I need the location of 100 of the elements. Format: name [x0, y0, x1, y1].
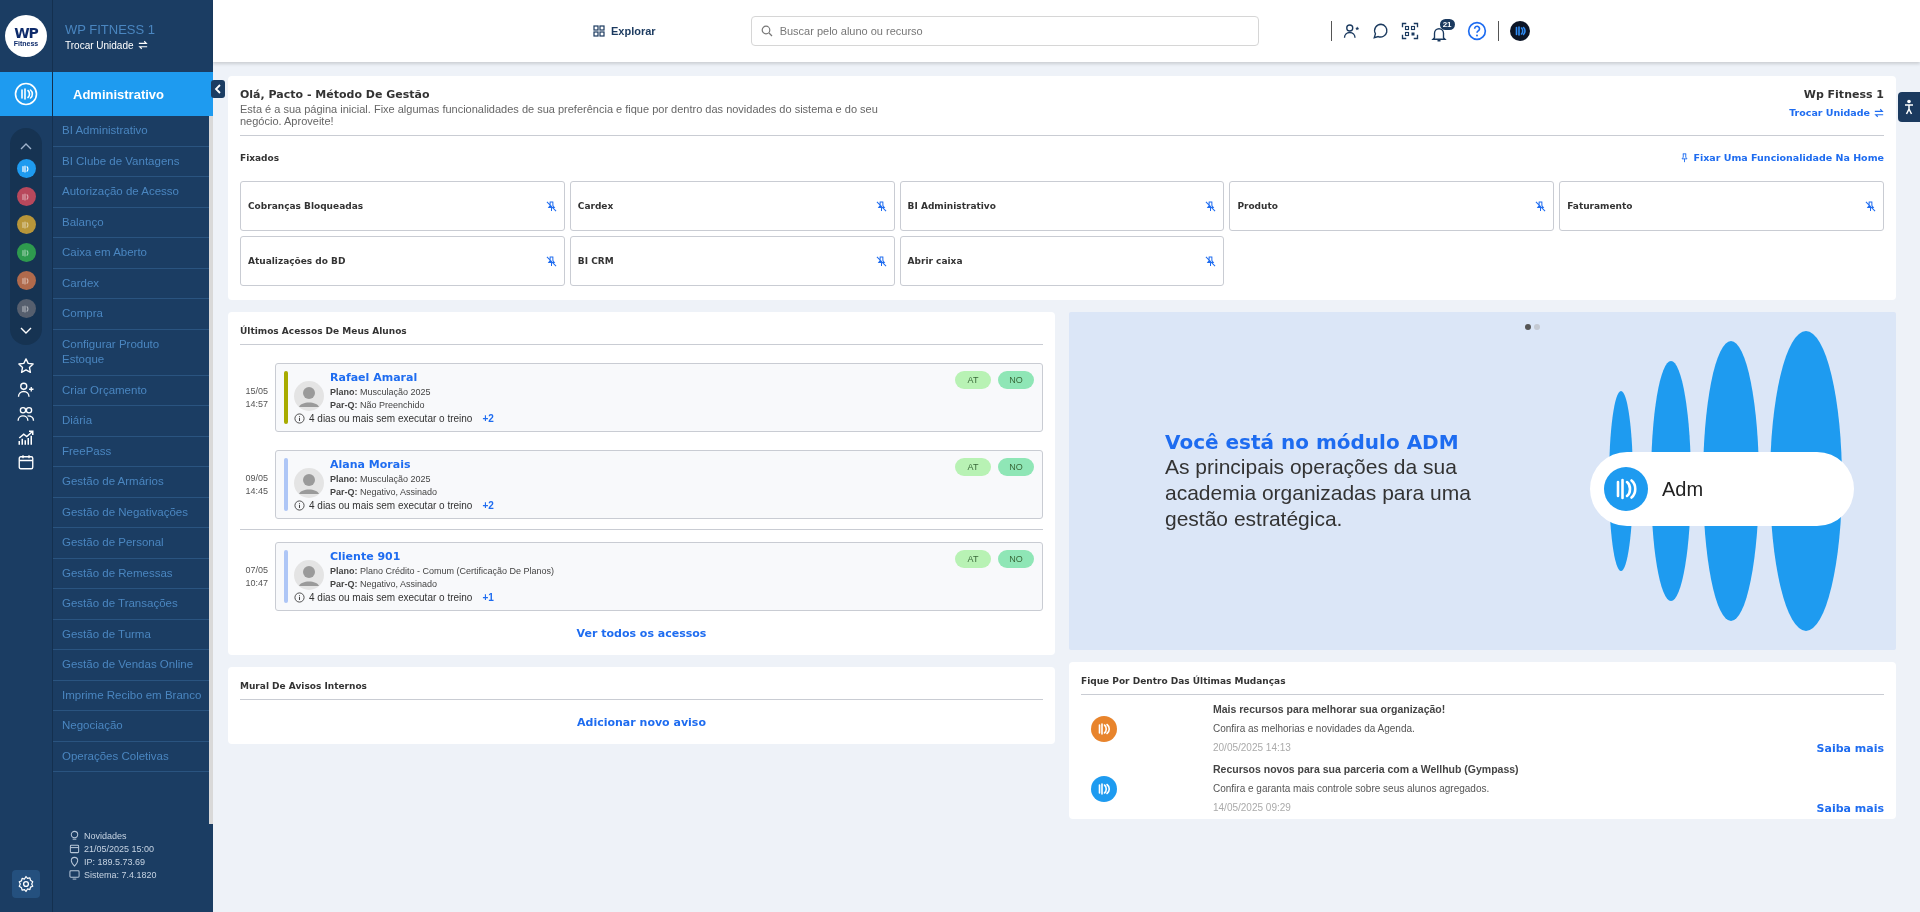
more-alerts-link[interactable]: +2	[482, 500, 494, 511]
menu-item[interactable]: Caixa em Aberto	[53, 238, 209, 269]
menu-item[interactable]: Gestão de Transações	[53, 589, 209, 620]
pin-icon	[1680, 152, 1690, 163]
search-icon	[760, 25, 773, 37]
menu-item[interactable]: Negociação	[53, 711, 209, 742]
pinned-shortcut[interactable]: Cardex	[569, 181, 895, 231]
student-name[interactable]: Alana Morais	[330, 458, 949, 471]
module-icon[interactable]	[16, 243, 36, 262]
chart-icon[interactable]	[17, 429, 35, 447]
status-tag: AT	[955, 550, 991, 568]
avatar-silhouette	[294, 381, 324, 411]
pinned-shortcut[interactable]: BI Administrativo	[899, 181, 1225, 231]
student-name[interactable]: Rafael Amaral	[330, 371, 949, 384]
collapse-button[interactable]	[211, 80, 225, 98]
avatar-silhouette	[294, 560, 324, 590]
user-avatar[interactable]	[1509, 21, 1530, 41]
menu-item[interactable]: Diária	[53, 406, 209, 437]
swap-icon	[1874, 107, 1884, 118]
people-icon[interactable]	[17, 405, 35, 423]
settings-icon	[17, 875, 35, 893]
menu-item[interactable]: Gestão de Turma	[53, 619, 209, 651]
qr-code-icon[interactable]	[1400, 22, 1419, 40]
unpin-icon[interactable]	[1205, 200, 1217, 212]
menu-item[interactable]: Imprime Recibo em Branco	[53, 680, 209, 712]
calendar-icon[interactable]	[17, 453, 35, 471]
status-tag: NO	[998, 550, 1034, 568]
menu-item[interactable]: Compra	[53, 299, 209, 330]
news-date: 20/05/2025 14:13	[1213, 742, 1291, 755]
student-card[interactable]: Rafael Amaral Plano: Musculação 2025 Par-Q: Não Preenchido 4 dias ou mais sem executar o treino +2 AT NO	[275, 363, 1043, 432]
unpin-icon[interactable]	[875, 200, 887, 212]
learn-more-link[interactable]: Saiba mais	[1816, 742, 1884, 755]
settings-button[interactable]	[12, 870, 40, 898]
menu-item[interactable]: Configurar Produto Estoque	[53, 329, 209, 376]
accessibility-button[interactable]	[1898, 92, 1920, 122]
pin-feature-link[interactable]: Fixar Uma Funcionalidade Na Home	[1680, 152, 1884, 163]
chevron-down-icon[interactable]	[20, 327, 32, 335]
menu-item[interactable]: Criar Orçamento	[53, 375, 209, 407]
menu-item[interactable]: Balanço	[53, 207, 209, 239]
add-notice-link[interactable]: Adicionar novo aviso	[577, 716, 706, 729]
unit-name: WP FITNESS 1	[65, 21, 157, 37]
bell-icon[interactable]	[1429, 25, 1448, 43]
menu-item[interactable]: Operações Coletivas	[53, 741, 209, 773]
monitor-icon	[69, 869, 80, 880]
search-field[interactable]: Buscar pelo aluno ou recurso	[750, 16, 1259, 46]
chevron-up-icon[interactable]	[20, 142, 32, 150]
student-card[interactable]: Cliente 901 Plano: Plano Crédito - Comum (Certificação De Planos) Par-Q: Negativo, Assinado 4 dias ou mais sem executar o treino +1 AT NO	[275, 542, 1043, 611]
more-alerts-link[interactable]: +1	[482, 592, 494, 603]
chevron-left-icon	[214, 84, 222, 94]
carousel-dot[interactable]	[1525, 324, 1531, 330]
more-alerts-link[interactable]: +2	[482, 413, 494, 424]
alert-text: 4 dias ou mais sem executar o treino	[309, 500, 473, 511]
menu-item[interactable]: Gestão de Armários	[53, 467, 209, 498]
news-link[interactable]: Novidades	[69, 830, 213, 841]
unpin-icon[interactable]	[1535, 200, 1547, 212]
menu-item[interactable]: Autorização de Acesso	[53, 177, 209, 208]
switch-unit-link[interactable]: Trocar Unidade	[65, 39, 213, 51]
switch-unit-link[interactable]: Trocar Unidade	[1789, 107, 1884, 118]
module-button[interactable]	[0, 72, 52, 116]
parq-text: Par-Q: Negativo, Assinado	[330, 579, 439, 589]
access-date: 07/05 10:47	[244, 563, 268, 590]
pinned-shortcut[interactable]: Cobranças Bloqueadas	[240, 181, 565, 231]
date-time: 21/05/2025 15:00	[69, 843, 213, 854]
unpin-icon[interactable]	[875, 255, 887, 267]
menu-item[interactable]: BI Administrativo	[53, 116, 209, 147]
pinned-shortcut[interactable]: Faturamento	[1559, 181, 1884, 231]
menu-item[interactable]: FreePass	[53, 436, 209, 468]
menu-item[interactable]: Gestão de Personal	[53, 528, 209, 559]
unpin-icon[interactable]	[545, 255, 557, 267]
status-tag: AT	[955, 371, 991, 389]
help-icon[interactable]	[1466, 21, 1487, 41]
chat-icon[interactable]	[1371, 22, 1390, 40]
pinned-shortcut[interactable]: Atualizações do BD	[240, 236, 565, 286]
pinned-shortcut[interactable]: Produto	[1229, 181, 1555, 231]
menu-item[interactable]: Cardex	[53, 268, 209, 300]
menu-item[interactable]: Gestão de Negativações	[53, 497, 209, 529]
module-icon[interactable]	[16, 299, 36, 318]
module-icon[interactable]	[16, 159, 36, 178]
view-all-link[interactable]: Ver todos os acessos	[576, 627, 707, 640]
student-card[interactable]: Alana Morais Plano: Musculação 2025 Par-Q: Negativo, Assinado 4 dias ou mais sem executar o treino +2 AT NO	[275, 450, 1043, 519]
system-version: Sistema: 7.4.1820	[69, 869, 213, 880]
person-add-icon[interactable]	[17, 381, 35, 399]
pinned-shortcut[interactable]: Abrir caixa	[899, 236, 1225, 286]
explore-button[interactable]: Explorar	[593, 25, 656, 37]
person-star-icon[interactable]	[1342, 22, 1361, 40]
student-name[interactable]: Cliente 901	[330, 550, 949, 563]
star-icon[interactable]	[17, 357, 35, 375]
menu-item[interactable]: Gestão de Remessas	[53, 558, 209, 590]
module-icon[interactable]	[16, 187, 36, 206]
menu-item[interactable]: BI Clube de Vantagens	[53, 146, 209, 178]
menu-item[interactable]: Gestão de Vendas Online	[53, 650, 209, 681]
module-icon[interactable]	[16, 215, 36, 234]
unpin-icon[interactable]	[545, 200, 557, 212]
unpin-icon[interactable]	[1205, 255, 1217, 267]
calendar-icon	[69, 843, 80, 854]
learn-more-link[interactable]: Saiba mais	[1816, 802, 1884, 815]
unpin-icon[interactable]	[1865, 200, 1876, 212]
module-icon[interactable]	[16, 271, 36, 290]
carousel-dot[interactable]	[1534, 324, 1540, 330]
pinned-shortcut[interactable]: BI CRM	[569, 236, 895, 286]
